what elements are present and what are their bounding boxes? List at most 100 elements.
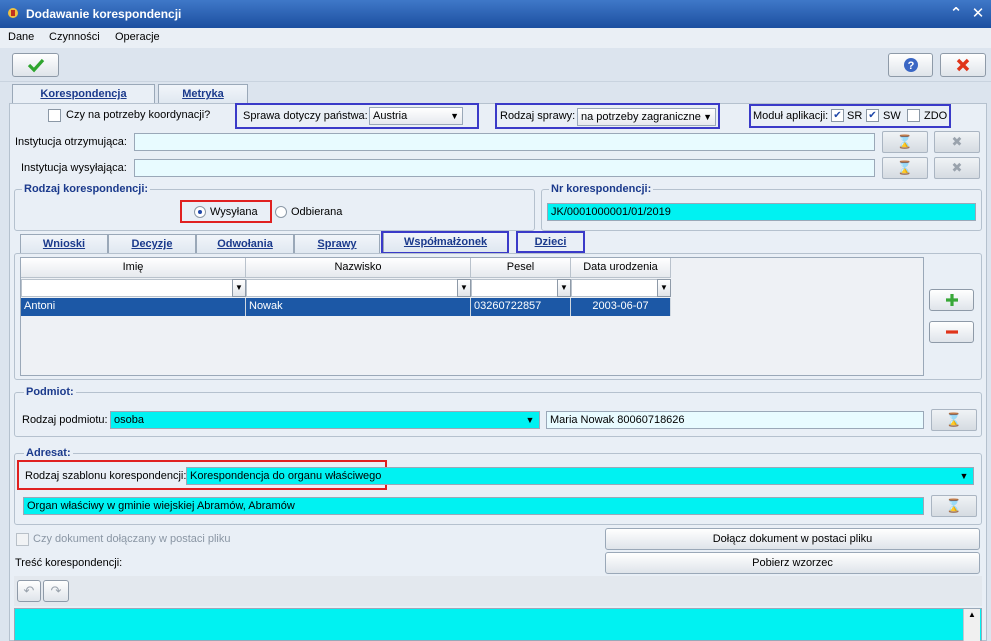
table-row[interactable]: Antoni Nowak 03260722857 2003-06-07 (21, 298, 671, 316)
editor-toolbar (14, 576, 982, 606)
dropdown-arrow-icon: ▼ (959, 471, 969, 481)
odbierana-label: Odbierana (291, 206, 343, 218)
rodzaj-sprawy-label: Rodzaj sprawy: (500, 110, 576, 122)
filter-imie[interactable]: ▼ (21, 279, 246, 297)
cell-data-urodzenia: 2003-06-07 (571, 298, 671, 316)
redo-button[interactable]: ↷ (43, 580, 69, 602)
close-window-icon[interactable]: ✕ (968, 4, 988, 24)
instytucja-otrzymujaca-field[interactable] (134, 133, 875, 151)
rodzaj-podmiotu-label: Rodzaj podmiotu: (22, 414, 108, 426)
odbierana-radio[interactable] (275, 206, 287, 218)
wysylana-radio[interactable] (194, 206, 206, 218)
select-podmiot-button[interactable]: ⌛ (931, 409, 977, 431)
dolacz-dokument-button[interactable]: Dołącz dokument w postaci pliku (605, 528, 980, 550)
tab-metryka[interactable]: Metryka (158, 84, 248, 104)
clear-instytucja-wysylajaca-button[interactable]: ✖ (934, 157, 980, 179)
organ-field[interactable]: Organ właściwy w gminie wiejskiej Abramó… (23, 497, 924, 515)
menu-item-dane[interactable]: Dane (8, 31, 34, 43)
podmiot-name-field[interactable]: Maria Nowak 80060718626 (546, 411, 924, 429)
redo-icon: ↷ (50, 583, 62, 598)
checkmark-icon (27, 58, 44, 73)
tab-korespondencja[interactable]: Korespondencja (12, 84, 155, 104)
adresat-title: Adresat: (24, 447, 73, 459)
sprawa-panstwa-select[interactable]: Austria ▼ (369, 107, 463, 125)
add-child-button[interactable] (929, 289, 974, 311)
collapse-icon[interactable]: ⌃ (946, 4, 966, 24)
highlight-frame-dzieci (516, 231, 585, 253)
filter-nazwisko[interactable]: ▼ (246, 279, 471, 297)
modul-label: Moduł aplikacji: (753, 110, 829, 122)
modul-sr-label: SR (847, 110, 863, 122)
column-header-imie[interactable]: Imię (21, 258, 246, 278)
nr-korespondencji-title: Nr korespondencji: (549, 183, 654, 195)
filter-dropdown-icon: ▼ (557, 279, 571, 297)
subtab-sprawy[interactable]: Sprawy (294, 234, 380, 254)
column-header-pesel[interactable]: Pesel (471, 258, 571, 278)
undo-icon: ↶ (23, 583, 35, 598)
wysylana-label: Wysyłana (210, 206, 258, 218)
title-bar: Dodawanie korespondencji ⌃ ✕ (0, 0, 991, 28)
cell-imie: Antoni (21, 298, 246, 316)
help-icon: ? (903, 58, 918, 72)
cancel-button[interactable] (940, 53, 986, 77)
remove-child-button[interactable] (929, 321, 974, 343)
undo-button[interactable]: ↶ (17, 580, 41, 602)
filter-dropdown-icon: ▼ (232, 279, 246, 297)
modul-zdo-checkbox[interactable] (907, 109, 920, 122)
cell-nazwisko: Nowak (246, 298, 471, 316)
minus-icon (945, 330, 958, 334)
instytucja-wysylajaca-label: Instytucja wysyłająca: (21, 162, 127, 174)
column-header-nazwisko[interactable]: Nazwisko (246, 258, 471, 278)
dropdown-arrow-icon: ▼ (525, 415, 535, 425)
rodzaj-podmiotu-select[interactable]: osoba ▼ (110, 411, 540, 429)
instytucja-wysylajaca-field[interactable] (134, 159, 875, 177)
modul-sw-checkbox[interactable]: ✔ (866, 109, 879, 122)
help-button[interactable]: ? (888, 53, 933, 77)
dokument-plik-label: Czy dokument dołączany w postaci pliku (33, 533, 231, 545)
sprawa-panstwa-label: Sprawa dotyczy państwa: (243, 110, 368, 122)
plus-icon (945, 294, 958, 306)
subtab-decyzje[interactable]: Decyzje (108, 234, 196, 254)
menu-bar: Dane Czynności Operacje (0, 28, 991, 48)
select-organ-button[interactable]: ⌛ (931, 495, 977, 517)
highlight-frame-wspolmalzonek (381, 231, 509, 254)
filter-data-urodzenia[interactable]: ▼ (571, 279, 671, 297)
app-icon (8, 8, 18, 18)
subtab-odwolania[interactable]: Odwołania (196, 234, 294, 254)
tresc-label: Treść korespondencji: (15, 557, 123, 569)
menu-item-czynnosci[interactable]: Czynności (49, 31, 100, 43)
close-icon (956, 58, 970, 72)
cell-pesel: 03260722857 (471, 298, 571, 316)
modul-sr-checkbox[interactable]: ✔ (831, 109, 844, 122)
select-instytucja-wysylajaca-button[interactable]: ⌛ (882, 157, 928, 179)
filter-dropdown-icon: ▼ (657, 279, 671, 297)
rodzaj-korespondencji-title: Rodzaj korespondencji: (22, 183, 151, 195)
dokument-plik-checkbox[interactable] (16, 533, 29, 546)
select-instytucja-otrzymujaca-button[interactable]: ⌛ (882, 131, 928, 153)
tresc-editor[interactable] (14, 608, 982, 641)
filter-pesel[interactable]: ▼ (471, 279, 571, 297)
confirm-button[interactable] (12, 53, 59, 77)
window-title: Dodawanie korespondencji (26, 7, 182, 21)
column-header-data-urodzenia[interactable]: Data urodzenia (571, 258, 671, 278)
scroll-up-icon[interactable]: ▲ (964, 609, 980, 621)
svg-text:?: ? (907, 60, 914, 72)
dropdown-arrow-icon: ▼ (703, 112, 712, 122)
koordynacja-label: Czy na potrzeby koordynacji? (66, 109, 211, 121)
modul-zdo-label: ZDO (924, 110, 948, 122)
podmiot-title: Podmiot: (24, 386, 76, 398)
pobierz-wzorzec-button[interactable]: Pobierz wzorzec (605, 552, 980, 574)
szablon-select[interactable]: Korespondencja do organu właściwego ▼ (186, 467, 974, 485)
koordynacja-checkbox[interactable] (48, 109, 61, 122)
dzieci-grid: Imię Nazwisko Pesel Data urodzenia ▼ ▼ ▼… (20, 257, 924, 376)
rodzaj-sprawy-select[interactable]: na potrzeby zagraniczne ▼ (577, 108, 716, 126)
clear-instytucja-otrzymujaca-button[interactable]: ✖ (934, 131, 980, 153)
subtab-wnioski[interactable]: Wnioski (20, 234, 108, 254)
modul-sw-label: SW (883, 110, 901, 122)
editor-scrollbar[interactable]: ▲ (963, 609, 980, 641)
menu-item-operacje[interactable]: Operacje (115, 31, 160, 43)
nr-korespondencji-field[interactable]: JK/0001000001/01/2019 (547, 203, 976, 221)
szablon-label: Rodzaj szablonu korespondencji: (25, 470, 187, 482)
instytucja-otrzymujaca-label: Instytucja otrzymująca: (15, 136, 127, 148)
toolbar: ? (0, 48, 991, 82)
